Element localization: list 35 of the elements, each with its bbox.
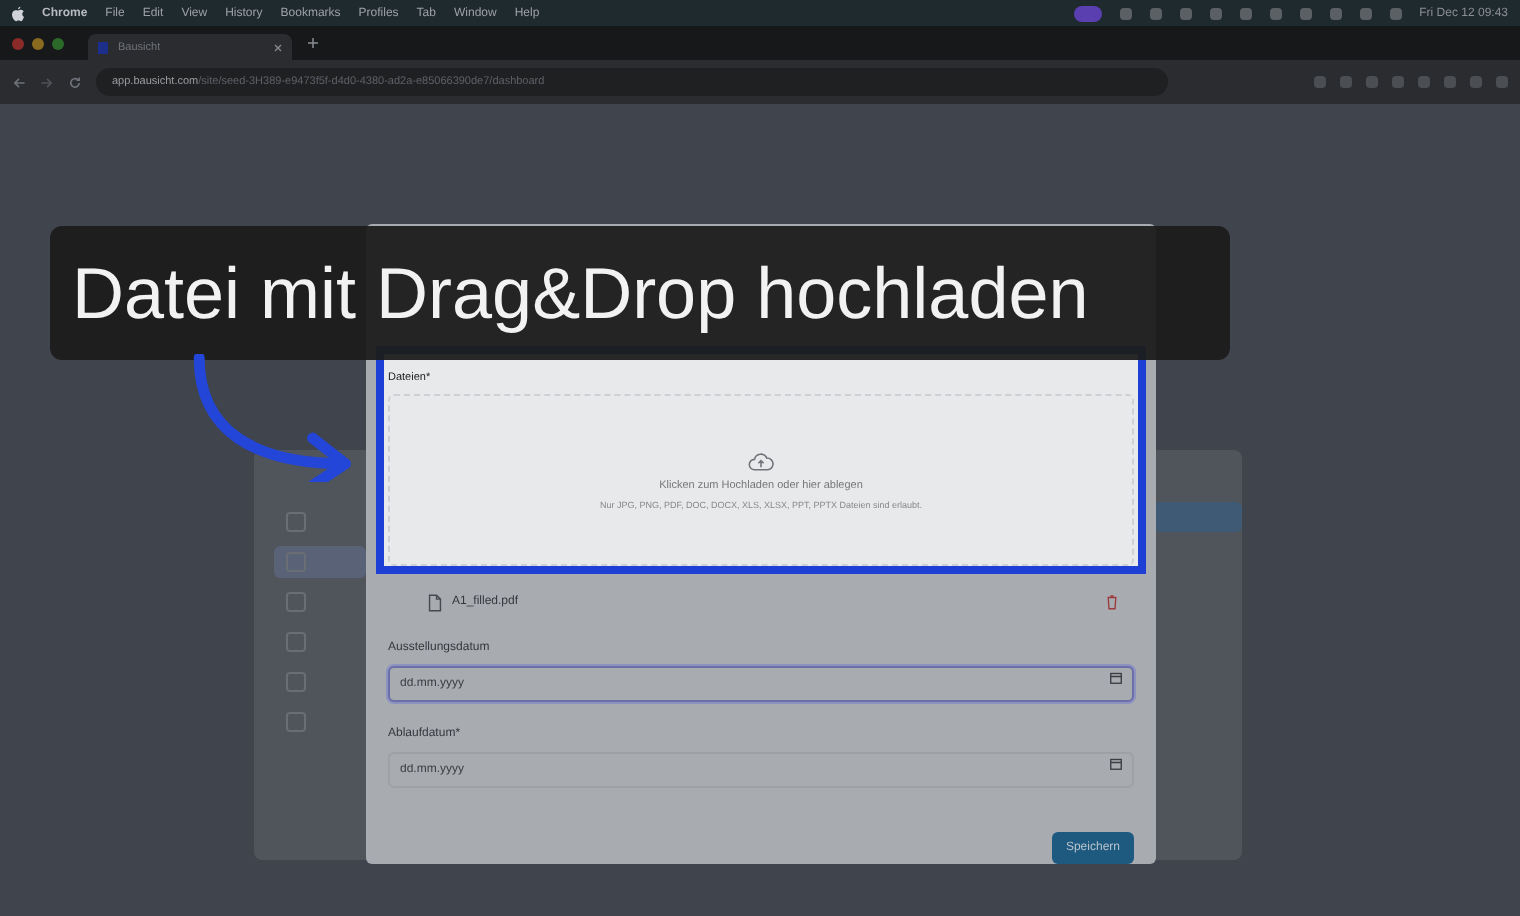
minimize-window-icon[interactable]: [32, 37, 44, 49]
reload-icon[interactable]: [68, 75, 82, 89]
new-tab-icon[interactable]: [308, 38, 318, 48]
calendar-icon[interactable]: [1110, 672, 1122, 684]
status-icon[interactable]: [1239, 7, 1252, 19]
extension-icon[interactable]: [1340, 76, 1352, 88]
back-icon[interactable]: [12, 75, 26, 89]
status-icon[interactable]: [1149, 7, 1162, 19]
status-icon[interactable]: [1299, 7, 1312, 19]
screen-share-icon[interactable]: [1073, 5, 1102, 21]
status-icon[interactable]: [1209, 7, 1222, 19]
status-icon[interactable]: [1389, 7, 1402, 19]
apple-icon[interactable]: [12, 5, 24, 21]
extension-icon[interactable]: [1444, 76, 1456, 88]
extension-icon[interactable]: [1470, 76, 1482, 88]
status-icon[interactable]: [1359, 7, 1372, 19]
status-icon[interactable]: [1119, 7, 1132, 19]
favicon-icon: [98, 41, 108, 53]
close-window-icon[interactable]: [12, 37, 24, 49]
caption-banner: Datei mit Drag&Drop hochladen: [50, 226, 1230, 360]
forward-icon[interactable]: [40, 75, 54, 89]
trash-icon[interactable]: [1106, 594, 1118, 610]
extension-icon[interactable]: [1496, 76, 1508, 88]
calendar-icon[interactable]: [1110, 758, 1122, 770]
extension-icon[interactable]: [1392, 76, 1404, 88]
extension-icon[interactable]: [1314, 76, 1326, 88]
status-icon[interactable]: [1329, 7, 1342, 19]
cloud-upload-icon: [748, 451, 774, 471]
maximize-window-icon[interactable]: [52, 37, 64, 49]
status-icon[interactable]: [1269, 7, 1282, 19]
close-icon[interactable]: [274, 43, 282, 51]
status-icon[interactable]: [1179, 7, 1192, 19]
file-icon: [428, 593, 442, 611]
extension-icon[interactable]: [1418, 76, 1430, 88]
extension-icon[interactable]: [1366, 76, 1378, 88]
